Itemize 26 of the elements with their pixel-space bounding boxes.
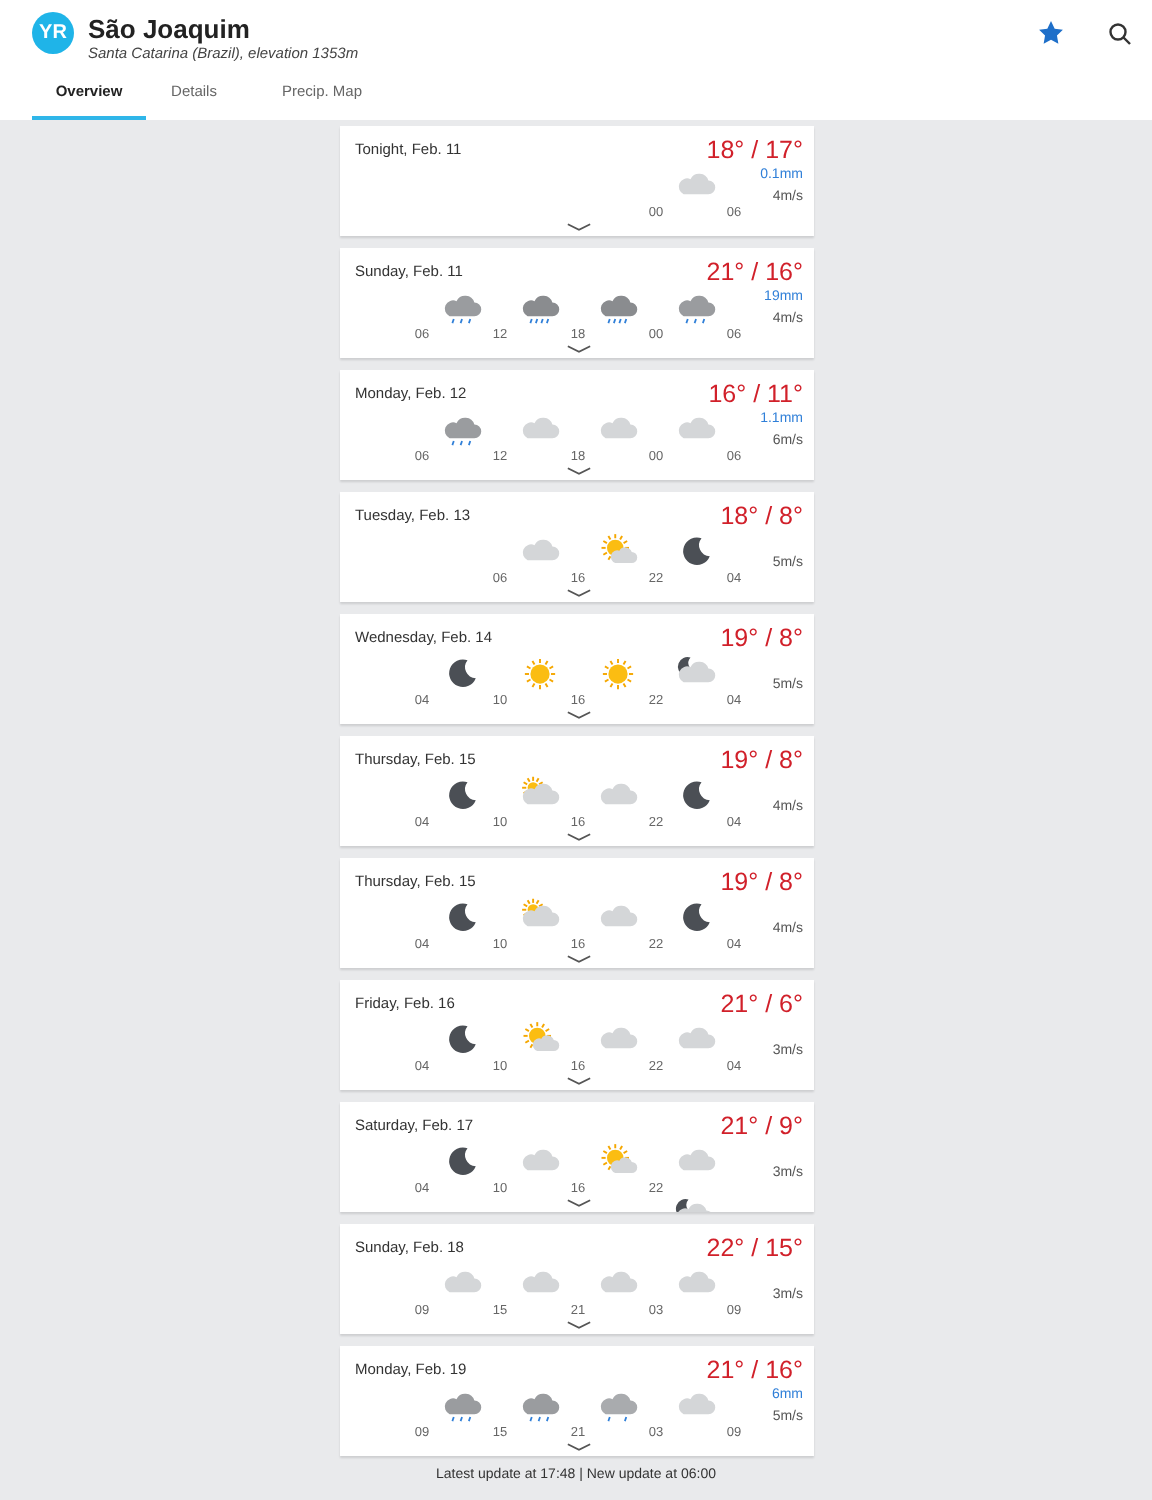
temperature: 21° / 9° [720,1110,803,1144]
logo: YR [32,12,74,54]
chevron-down-icon[interactable] [565,1442,591,1452]
temperature: 21° / 16° [706,1354,803,1388]
temperature: 21° / 6° [720,988,803,1022]
chevron-down-icon[interactable] [565,1076,591,1086]
chevron-down-icon[interactable] [565,466,591,476]
location-title: São Joaquim [88,14,252,44]
chevron-down-icon[interactable] [565,1320,591,1330]
temperature: 19° / 8° [720,622,803,656]
chevron-down-icon[interactable] [565,1198,591,1208]
temperature: 16° / 11° [708,378,803,412]
star-icon[interactable] [1038,20,1064,46]
chevron-down-icon[interactable] [565,710,591,720]
chevron-down-icon[interactable] [565,588,591,598]
temperature: 21° / 16° [706,256,803,290]
temperature: 22° / 15° [706,1232,803,1266]
temperature: 19° / 8° [720,866,803,900]
temperature: 19° / 8° [720,744,803,778]
chevron-down-icon[interactable] [565,954,591,964]
chevron-down-icon[interactable] [565,344,591,354]
chevron-down-icon[interactable] [565,832,591,842]
chevron-down-icon[interactable] [565,222,591,232]
temperature: 18° / 17° [706,134,803,168]
search-icon[interactable] [1108,21,1132,45]
temperature: 18° / 8° [720,500,803,534]
